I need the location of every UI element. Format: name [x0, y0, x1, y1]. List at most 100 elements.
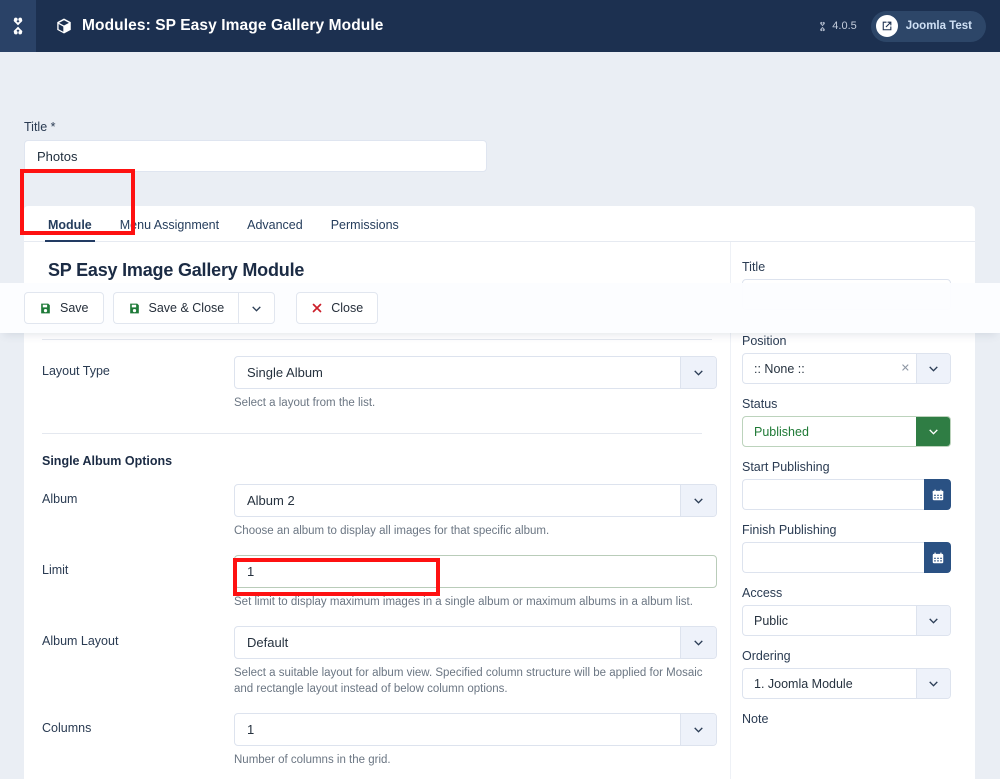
start-publishing-input[interactable] [742, 479, 924, 510]
header-title-group: Modules: SP Easy Image Gallery Module [55, 17, 383, 35]
chevron-down-icon [680, 485, 716, 516]
app-header: Modules: SP Easy Image Gallery Module 4.… [0, 0, 1000, 52]
save-dropdown-toggle[interactable] [238, 292, 275, 324]
field-row-album: Album Album 2 Choose an album to display… [24, 484, 730, 539]
single-album-options-heading: Single Album Options [24, 454, 730, 468]
visit-site-label: Joomla Test [906, 20, 972, 32]
editor-toolbar: Save Save & Close Close [0, 283, 1000, 333]
sidebar-field-ordering: Ordering 1. Joomla Module [742, 649, 950, 699]
field-row-columns: Columns 1 Number of columns in the grid. [24, 713, 730, 768]
note-label: Note [742, 712, 950, 726]
album-layout-help: Select a suitable layout for album view.… [234, 665, 717, 697]
sidebar-field-note: Note [742, 712, 950, 726]
columns-select[interactable]: 1 [234, 713, 717, 746]
album-label: Album [42, 484, 234, 539]
field-row-album-layout: Album Layout Default Select a suitable l… [24, 626, 730, 697]
x-mark-icon [311, 302, 323, 314]
chevron-down-icon [916, 669, 950, 698]
columns-label: Columns [42, 713, 234, 768]
ordering-label: Ordering [742, 649, 950, 663]
tab-permissions[interactable]: Permissions [317, 218, 413, 241]
sidebar-brand-strip[interactable] [0, 0, 36, 52]
chevron-down-icon [916, 354, 950, 383]
field-row-layout-type: Layout Type Single Album Select a layout… [24, 356, 730, 411]
save-and-close-button[interactable]: Save & Close [113, 292, 239, 324]
start-publishing-group [742, 479, 951, 510]
album-layout-value: Default [235, 635, 288, 650]
tab-module[interactable]: Module [34, 218, 106, 241]
save-close-group: Save & Close [113, 292, 276, 324]
status-label: Status [742, 397, 950, 411]
status-select[interactable]: Published [742, 416, 951, 447]
field-row-limit: Limit Set limit to display maximum image… [24, 555, 730, 610]
limit-input[interactable] [234, 555, 717, 588]
sidebar-field-finish-publishing: Finish Publishing [742, 523, 950, 573]
save-button[interactable]: Save [24, 292, 104, 324]
album-layout-label: Album Layout [42, 626, 234, 697]
divider [42, 339, 712, 340]
columns-value: 1 [235, 722, 254, 737]
layout-type-value: Single Album [235, 365, 323, 380]
x-clear-icon[interactable]: ✕ [901, 363, 910, 374]
calendar-icon[interactable] [924, 542, 951, 573]
external-link-icon [876, 15, 898, 37]
position-value: :: None :: [743, 362, 805, 376]
title-field-block: Title * [24, 120, 487, 172]
chevron-down-icon [250, 302, 263, 315]
calendar-icon[interactable] [924, 479, 951, 510]
chevron-down-icon [680, 627, 716, 658]
sidebar-title-label: Title [742, 260, 950, 274]
sidebar-field-access: Access Public [742, 586, 950, 636]
limit-label: Limit [42, 555, 234, 610]
floppy-disk-icon [128, 302, 141, 315]
access-label: Access [742, 586, 950, 600]
page-body: Title * Module Menu Assignment Advanced … [0, 52, 1000, 779]
divider [42, 433, 702, 434]
start-publishing-label: Start Publishing [742, 460, 950, 474]
save-and-close-label: Save & Close [149, 301, 225, 315]
position-select[interactable]: :: None :: ✕ [742, 353, 951, 384]
limit-help: Set limit to display maximum images in a… [234, 594, 717, 610]
tab-bar: Module Menu Assignment Advanced Permissi… [24, 206, 975, 242]
album-value: Album 2 [235, 493, 295, 508]
chevron-down-icon [680, 357, 716, 388]
joomla-logo-icon [817, 21, 828, 32]
floppy-disk-icon [39, 302, 52, 315]
close-label: Close [331, 301, 363, 315]
chevron-down-icon [916, 606, 950, 635]
layout-type-select[interactable]: Single Album [234, 356, 717, 389]
close-button[interactable]: Close [296, 292, 378, 324]
version-label: 4.0.5 [832, 20, 856, 32]
chevron-down-icon [680, 714, 716, 745]
title-field-label: Title * [24, 120, 487, 134]
cube-icon [55, 17, 73, 35]
header-right-group: 4.0.5 Joomla Test [817, 11, 1000, 42]
album-help: Choose an album to display all images fo… [234, 523, 717, 539]
status-value: Published [743, 425, 809, 439]
ordering-select[interactable]: 1. Joomla Module [742, 668, 951, 699]
album-select[interactable]: Album 2 [234, 484, 717, 517]
layout-type-help: Select a layout from the list. [234, 395, 717, 411]
title-input[interactable] [24, 140, 487, 172]
finish-publishing-label: Finish Publishing [742, 523, 950, 537]
finish-publishing-group [742, 542, 951, 573]
access-value: Public [743, 614, 788, 628]
position-label: Position [742, 334, 950, 348]
album-layout-select[interactable]: Default [234, 626, 717, 659]
tab-advanced[interactable]: Advanced [233, 218, 317, 241]
columns-help: Number of columns in the grid. [234, 752, 717, 768]
joomla-logo-icon [8, 16, 28, 36]
finish-publishing-input[interactable] [742, 542, 924, 573]
sidebar-field-position: Position :: None :: ✕ [742, 334, 950, 384]
version-chip: 4.0.5 [817, 20, 856, 32]
save-label: Save [60, 301, 89, 315]
access-select[interactable]: Public [742, 605, 951, 636]
tab-menu-assignment[interactable]: Menu Assignment [106, 218, 233, 241]
page-title: Modules: SP Easy Image Gallery Module [82, 17, 383, 35]
chevron-down-icon [916, 417, 950, 446]
visit-site-button[interactable]: Joomla Test [871, 11, 986, 42]
ordering-value: 1. Joomla Module [743, 677, 853, 691]
sidebar-field-status: Status Published [742, 397, 950, 447]
sidebar-field-start-publishing: Start Publishing [742, 460, 950, 510]
module-heading: SP Easy Image Gallery Module [24, 260, 730, 281]
